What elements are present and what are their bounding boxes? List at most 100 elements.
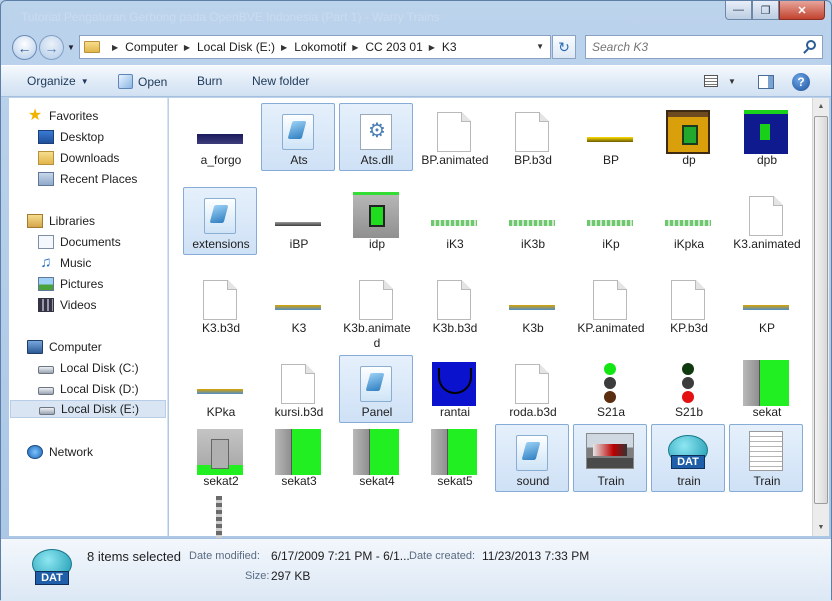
close-button[interactable]: ✕ <box>779 1 825 20</box>
file-item[interactable]: DAT train <box>651 424 725 492</box>
search-box[interactable] <box>585 35 823 59</box>
file-list: a_forgo Ats Ats.dll BP.animated BP.b3d B… <box>169 98 812 536</box>
date-created-label: Date created: <box>409 550 476 562</box>
maximize-button[interactable]: ❐ <box>752 1 779 20</box>
file-item[interactable]: sekat4 <box>339 424 413 492</box>
file-item[interactable]: idp <box>339 187 413 255</box>
recent-pages-dropdown[interactable]: ▼ <box>67 43 75 52</box>
file-item[interactable]: BP.animated <box>417 103 491 171</box>
nav-recent-places[interactable]: Recent Places <box>38 170 137 188</box>
file-item[interactable]: iK3b <box>495 187 569 255</box>
nav-local-disk-d[interactable]: Local Disk (D:) <box>38 380 139 398</box>
vertical-scrollbar[interactable]: ▲ ▼ <box>812 98 829 536</box>
signal-thumbnail <box>603 362 617 404</box>
view-options-dropdown[interactable]: ▼ <box>728 77 736 86</box>
refresh-button[interactable]: ↻ <box>552 35 576 59</box>
forward-button[interactable]: → <box>39 35 64 60</box>
nav-music[interactable]: ♫ Music <box>38 254 91 272</box>
file-item[interactable]: iKpka <box>651 187 725 255</box>
breadcrumb-computer[interactable]: Computer <box>125 40 178 54</box>
new-folder-button[interactable]: New folder <box>252 74 309 88</box>
nav-documents[interactable]: Documents <box>38 233 121 251</box>
file-item[interactable]: Train <box>573 424 647 492</box>
file-item[interactable]: BP.b3d <box>495 103 569 171</box>
file-item[interactable]: Ats <box>261 103 335 171</box>
nav-downloads[interactable]: Downloads <box>38 149 119 167</box>
minimize-button[interactable]: — <box>725 1 752 20</box>
blank-file-icon <box>671 280 705 320</box>
address-dropdown[interactable]: ▼ <box>536 42 544 51</box>
blank-file-icon <box>515 112 549 152</box>
file-item[interactable]: K3b.animated <box>339 271 413 350</box>
file-item[interactable]: dpb <box>729 103 803 171</box>
change-view-icon[interactable] <box>704 75 718 87</box>
nav-libraries[interactable]: Libraries <box>27 212 95 230</box>
open-button[interactable]: Open <box>118 74 167 89</box>
file-item[interactable]: K3.b3d <box>183 271 257 339</box>
blank-file-icon <box>437 112 471 152</box>
nav-videos[interactable]: Videos <box>38 296 96 314</box>
search-icon[interactable] <box>806 40 816 50</box>
breadcrumb-k3[interactable]: K3 <box>442 40 457 54</box>
address-bar[interactable]: ▶ Computer ▶ Local Disk (E:) ▶ Lokomotif… <box>79 35 551 59</box>
file-item[interactable]: KP.b3d <box>651 271 725 339</box>
file-item[interactable]: Train <box>729 424 803 492</box>
file-item[interactable]: sekat2 <box>183 424 257 492</box>
file-item[interactable]: K3b.b3d <box>417 271 491 339</box>
nav-local-disk-e[interactable]: Local Disk (E:) <box>10 400 166 418</box>
file-item[interactable]: sekat3 <box>261 424 335 492</box>
help-icon[interactable]: ? <box>792 73 810 91</box>
train-photo-thumbnail <box>586 433 634 469</box>
search-input[interactable] <box>586 36 786 58</box>
scroll-up-icon[interactable]: ▲ <box>813 98 829 115</box>
file-item[interactable]: rantai <box>417 355 491 423</box>
nav-desktop[interactable]: Desktop <box>38 128 104 146</box>
file-item[interactable]: extensions <box>183 187 257 255</box>
nav-favorites[interactable]: ★ Favorites <box>27 107 99 125</box>
dat-file-icon: DAT <box>665 429 711 471</box>
nav-local-disk-c[interactable]: Local Disk (C:) <box>38 359 139 377</box>
file-item[interactable]: iBP <box>261 187 335 255</box>
texture-thumbnail <box>743 360 789 406</box>
back-button[interactable]: ← <box>12 35 37 60</box>
file-item[interactable]: S21a <box>573 355 647 423</box>
star-icon: ★ <box>27 107 43 124</box>
partial-file-thumbnail[interactable] <box>216 496 222 540</box>
scrollbar-thumb[interactable] <box>814 116 828 504</box>
file-item[interactable]: kursi.b3d <box>261 355 335 423</box>
nav-computer[interactable]: Computer <box>27 338 102 356</box>
file-item[interactable]: sekat <box>729 355 803 423</box>
file-item[interactable]: roda.b3d <box>495 355 569 423</box>
file-item[interactable]: Panel <box>339 355 413 423</box>
organize-menu[interactable]: Organize ▼ <box>27 74 89 88</box>
file-item[interactable]: K3b <box>495 271 569 339</box>
file-item[interactable]: sound <box>495 424 569 492</box>
file-item[interactable]: a_forgo <box>183 103 257 171</box>
breadcrumb-cc-203-01[interactable]: CC 203 01 <box>365 40 422 54</box>
title-bar[interactable]: Tutorial Pengaturan Gerbong pada OpenBVE… <box>1 1 831 31</box>
file-item[interactable]: K3 <box>261 271 335 339</box>
file-item[interactable]: S21b <box>651 355 725 423</box>
network-icon <box>27 445 43 459</box>
file-item[interactable]: sekat5 <box>417 424 491 492</box>
size-label: Size: <box>245 570 270 582</box>
scroll-down-icon[interactable]: ▼ <box>813 519 829 536</box>
file-item[interactable]: K3.animated <box>729 187 803 255</box>
file-item[interactable]: dp <box>651 103 725 171</box>
burn-button[interactable]: Burn <box>197 74 222 88</box>
texture-thumbnail <box>666 110 710 154</box>
file-item[interactable]: KP <box>729 271 803 339</box>
breadcrumb-lokomotif[interactable]: Lokomotif <box>294 40 346 54</box>
nav-network[interactable]: Network <box>27 443 93 461</box>
file-item[interactable]: BP <box>573 103 647 171</box>
preview-pane-icon[interactable] <box>758 75 774 89</box>
file-item[interactable]: KPka <box>183 355 257 423</box>
nav-pictures[interactable]: Pictures <box>38 275 103 293</box>
file-item[interactable]: KP.animated <box>573 271 647 339</box>
blank-file-icon <box>203 280 237 320</box>
caption-buttons: — ❐ ✕ <box>725 1 825 20</box>
file-item[interactable]: Ats.dll <box>339 103 413 171</box>
file-item[interactable]: iK3 <box>417 187 491 255</box>
breadcrumb-local-disk-e[interactable]: Local Disk (E:) <box>197 40 275 54</box>
file-item[interactable]: iKp <box>573 187 647 255</box>
